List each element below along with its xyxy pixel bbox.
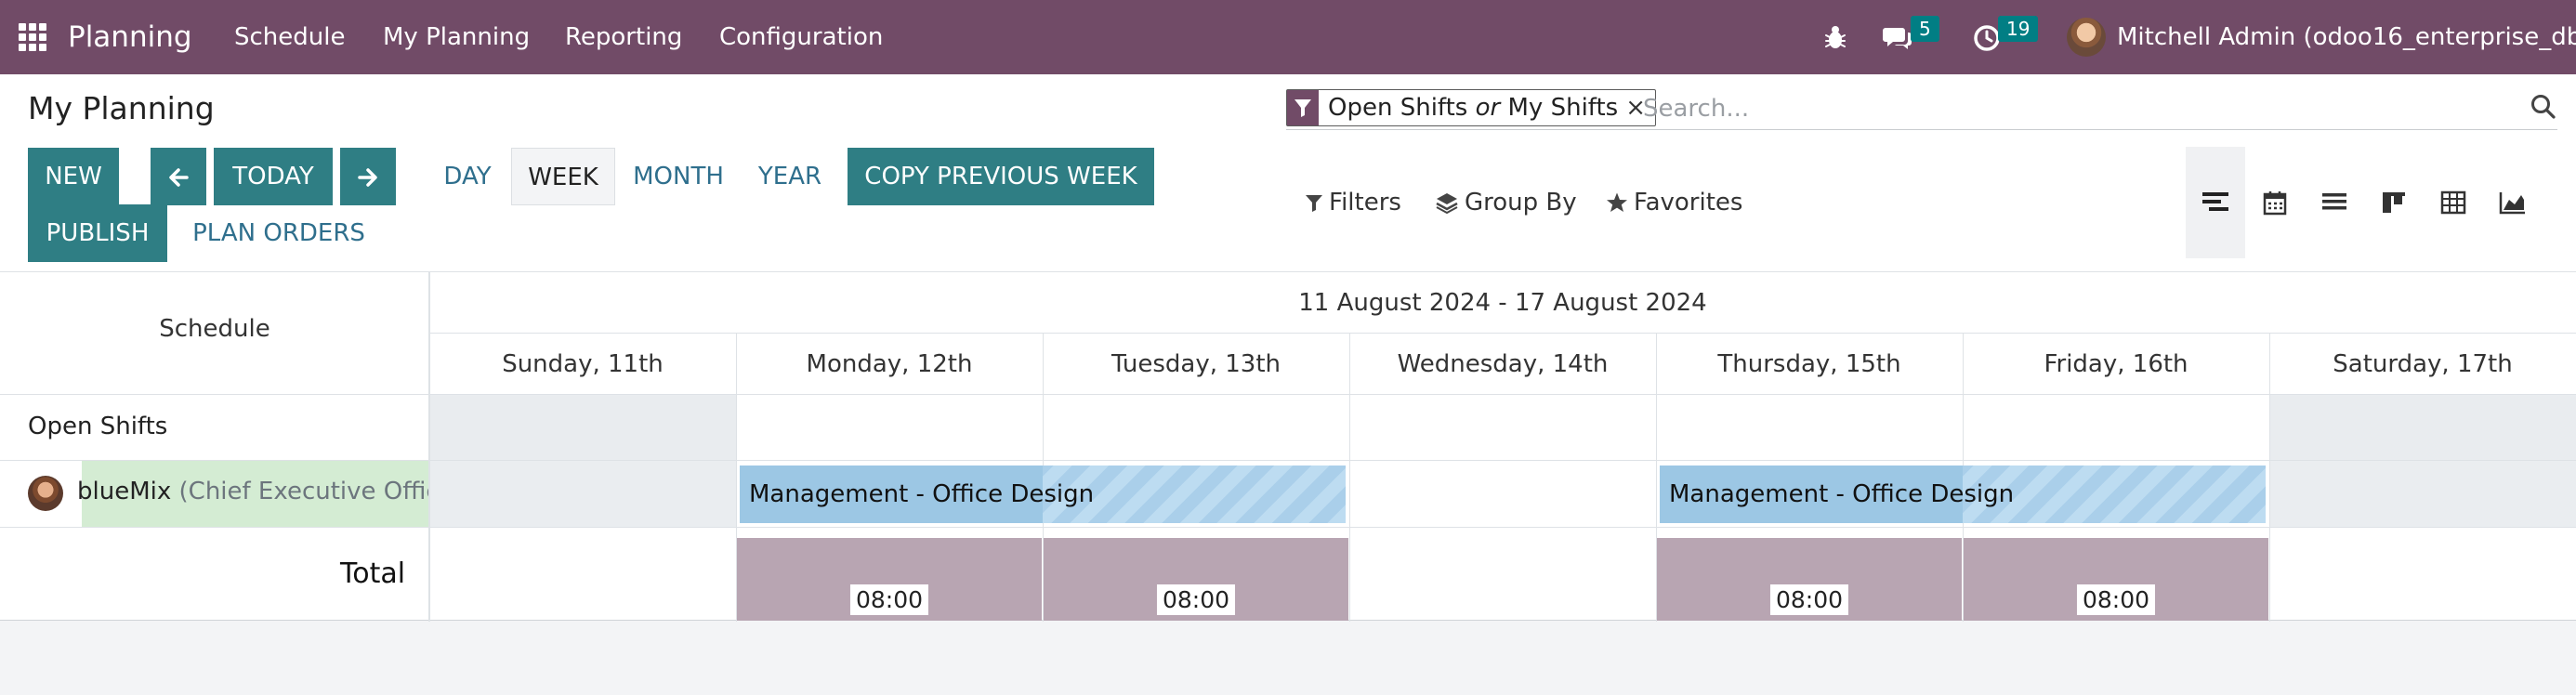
weekend-cell (2269, 461, 2576, 527)
gantt-view: Schedule 11 August 2024 - 17 August 2024… (0, 271, 2576, 622)
layers-icon (1436, 193, 1458, 214)
menu-schedule[interactable]: Schedule (234, 0, 345, 74)
list-view-icon (2322, 193, 2346, 210)
bug-icon[interactable] (1819, 20, 1852, 54)
user-avatar[interactable] (2067, 18, 2106, 57)
facet-text: Open Shifts or My Shifts (1328, 94, 1619, 122)
gantt-view-icon (2202, 192, 2228, 211)
new-button[interactable]: NEW (28, 148, 119, 205)
publish-button[interactable]: PUBLISH (28, 204, 167, 262)
control-panel: My Planning NEW TODAY DAY WEEK MONTH YEA… (0, 74, 2576, 271)
scale-week[interactable]: WEEK (511, 148, 615, 205)
gantt-view-button[interactable] (2186, 147, 2245, 258)
total-label: Total (340, 557, 406, 590)
total-bar: 08:00 (1964, 538, 2268, 621)
row-open-shifts[interactable]: Open Shifts (28, 413, 167, 440)
app-name[interactable]: Planning (68, 0, 192, 74)
arrow-right-icon (358, 167, 377, 187)
messages-count-badge: 5 (1911, 16, 1939, 42)
resource-label: blueMix (Chief Executive Officer) (77, 478, 428, 505)
search-facet[interactable]: Open Shifts or My Shifts × (1286, 89, 1657, 126)
total-value: 08:00 (1156, 584, 1236, 615)
day-header: Saturday, 17th (2333, 350, 2513, 378)
filter-icon (1306, 195, 1322, 212)
prev-button[interactable] (151, 148, 206, 205)
total-value: 08:00 (1769, 584, 1849, 615)
chat-icon[interactable] (1881, 20, 1914, 54)
filter-icon (1287, 90, 1319, 125)
today-button[interactable]: TODAY (214, 148, 333, 205)
scale-month[interactable]: MONTH (623, 148, 734, 205)
day-header: Monday, 12th (806, 350, 973, 378)
menu-configuration[interactable]: Configuration (719, 0, 883, 74)
pivot-view-icon (2440, 190, 2466, 215)
total-bar: 08:00 (737, 538, 1042, 621)
copy-previous-week-button[interactable]: COPY PREVIOUS WEEK (848, 148, 1154, 205)
total-bar: 08:00 (1044, 538, 1348, 621)
shift-pill[interactable]: Management - Office Design (740, 466, 1346, 523)
day-header: Friday, 16th (2044, 350, 2188, 378)
graph-view-icon (2499, 192, 2525, 215)
page-title: My Planning (28, 90, 215, 126)
weekend-cell (2269, 395, 2576, 461)
user-menu[interactable]: Mitchell Admin (odoo16_enterprise_db) (2117, 0, 2576, 74)
kanban-view-icon (2383, 192, 2405, 213)
calendar-view-button[interactable] (2245, 147, 2305, 258)
arrow-left-icon (169, 167, 189, 187)
search-input[interactable] (1643, 91, 2479, 126)
day-header: Wednesday, 14th (1397, 350, 1609, 378)
day-header: Sunday, 11th (502, 350, 664, 378)
day-header: Tuesday, 13th (1111, 350, 1281, 378)
day-header: Thursday, 15th (1717, 350, 1901, 378)
resource-avatar (28, 476, 63, 511)
graph-view-button[interactable] (2483, 147, 2543, 258)
list-view-button[interactable] (2305, 147, 2364, 258)
schedule-header: Schedule (159, 315, 270, 343)
activities-count-badge: 19 (1998, 16, 2039, 42)
date-range-header: 11 August 2024 - 17 August 2024 (1298, 289, 1707, 317)
total-bar: 08:00 (1657, 538, 1962, 621)
menu-my-planning[interactable]: My Planning (383, 0, 530, 74)
total-value: 08:00 (2076, 584, 2156, 615)
filters-toggle[interactable]: Filters (1305, 184, 1401, 221)
menu-reporting[interactable]: Reporting (565, 0, 682, 74)
weekend-cell (429, 395, 736, 461)
apps-grid-icon[interactable] (19, 23, 46, 51)
search-icon[interactable] (2530, 93, 2557, 121)
total-value: 08:00 (849, 584, 929, 615)
next-button[interactable] (340, 148, 396, 205)
kanban-view-button[interactable] (2364, 147, 2424, 258)
scale-day[interactable]: DAY (431, 148, 504, 205)
weekend-cell (429, 461, 736, 527)
star-icon (1607, 192, 1627, 212)
plan-orders-button[interactable]: PLAN ORDERS (177, 204, 381, 262)
calendar-view-icon (2263, 191, 2287, 216)
group-by-toggle[interactable]: Group By (1435, 184, 1577, 221)
pivot-view-button[interactable] (2424, 147, 2483, 258)
favorites-toggle[interactable]: Favorites (1606, 184, 1742, 221)
shift-pill[interactable]: Management - Office Design (1660, 466, 2266, 523)
top-navbar: Planning Schedule My Planning Reporting … (0, 0, 2576, 74)
scale-year[interactable]: YEAR (743, 148, 836, 205)
search-bar: Open Shifts or My Shifts × (1286, 87, 2557, 130)
